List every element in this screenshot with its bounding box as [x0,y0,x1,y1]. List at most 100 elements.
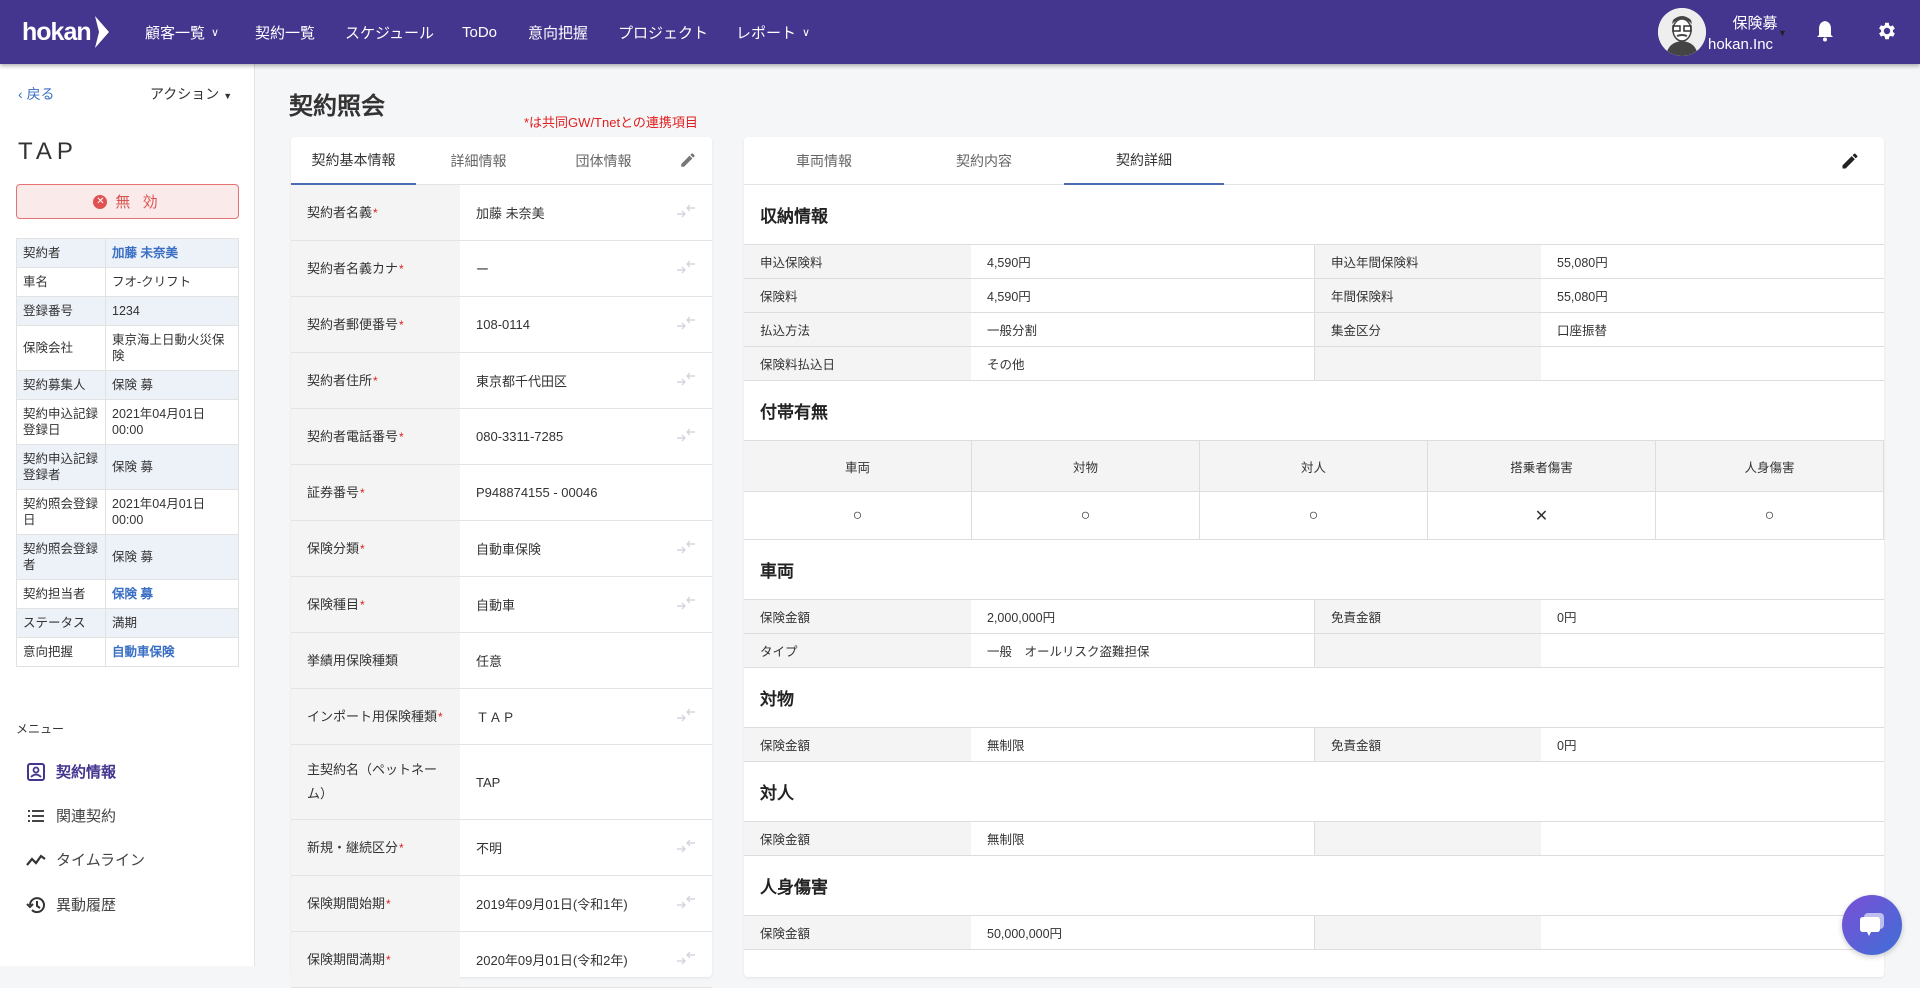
sync-arrows-icon [676,372,696,389]
sync-arrows-icon [676,951,696,968]
chat-button[interactable] [1842,895,1902,955]
user-org[interactable]: hokan.Inc [1708,36,1773,53]
summary-value[interactable]: 自動車保険 [105,637,239,667]
detail-value: 口座振替 [1557,324,1608,338]
field-label: 新規・継続区分 * [291,820,460,875]
chevron-down-icon: ∨ [211,26,220,39]
menu-item-history[interactable]: 異動履歴 [26,894,116,915]
avatar[interactable] [1658,8,1706,56]
contract-name: TAP [18,138,78,165]
summary-value[interactable]: 加藤 未奈美 [105,238,239,268]
detail-label: 年間保険料 [1314,279,1541,312]
required-mark: * [386,952,391,967]
field-label: 契約者住所 * [291,353,460,408]
field-value-text: 不明 [476,841,503,856]
field-value: 任意 [460,633,712,688]
detail-row: タイプ 一般 オールリスク盗難担保 [744,634,1884,668]
back-label: 戻る [26,86,55,102]
detail-label: 保険料払込日 [744,347,971,380]
field-label: 保険期間始期 * [291,876,460,931]
nav-customers[interactable]: 顧客一覧 ∨ [145,0,219,64]
payment-table: 申込保険料 4,590円 申込年間保険料 55,080円 保険料 4,590円 年間保険料 5… [744,244,1884,381]
field-value: 自動車 [460,577,712,632]
field-label: 契約者電話番号 * [291,409,460,464]
edit-pencil-icon[interactable] [1840,151,1860,176]
field-label: 保険分類 * [291,521,460,576]
tab-contract-detail[interactable]: 契約詳細 [1064,137,1224,185]
page-title: 契約照会 [289,93,385,120]
summary-label: 契約者 [16,238,106,268]
menu-item-related-contracts[interactable]: 関連契約 [26,805,116,826]
chevron-down-icon: ∨ [802,26,811,39]
field-label: 保険種目 * [291,577,460,632]
summary-link[interactable]: 自動車保険 [112,645,175,659]
nav-label: プロジェクト [618,24,709,42]
field-row: インポート用保険種類 * ＴＡＰ [291,689,712,745]
detail-row: 保険金額 2,000,000円 免責金額 0円 [744,600,1884,634]
bell-icon[interactable] [1816,20,1834,47]
back-link[interactable]: ‹ 戻る [18,84,55,104]
sync-arrows-icon [676,596,696,613]
gear-icon[interactable] [1876,20,1898,47]
sync-arrows-icon [676,204,696,221]
summary-link[interactable]: 加藤 未奈美 [112,246,178,260]
summary-row: 契約照会登録者 保険 募 [16,534,239,580]
required-mark: * [373,373,378,388]
summary-label: 車名 [16,267,106,297]
tab-vehicle-info[interactable]: 車両情報 [744,137,904,185]
chevron-left-icon: ‹ [18,86,27,102]
nav-project[interactable]: プロジェクト [618,0,708,64]
coverage-header: 人身傷害 [1656,441,1884,492]
tab-contract-content[interactable]: 契約内容 [904,137,1064,185]
menu-heading: メニュー [16,722,65,736]
section-title-payment: 収納情報 [760,207,828,226]
nav-label: スケジュール [345,24,434,42]
field-label: 契約者郵便番号 * [291,297,460,352]
nav-schedule[interactable]: スケジュール [345,0,434,64]
caret-down-icon[interactable]: ▼ [1778,28,1787,38]
nav-contracts[interactable]: 契約一覧 [255,0,315,64]
nav-label: レポート [736,24,797,42]
field-value: 不明 [460,820,712,875]
field-value-text: 2020年09月01日(令和2年) [476,953,628,968]
field-label: 挙績用保険種類 [291,633,460,688]
nav-label: 意向把握 [528,24,589,42]
summary-value: 2021年04月01日 00:00 [105,399,239,445]
edit-pencil-icon[interactable] [679,151,697,174]
field-value-text: 東京都千代田区 [476,374,568,389]
menu-item-contract-info[interactable]: 契約情報 [26,761,116,782]
detail-label: 払込方法 [744,313,971,346]
coverage-value: ○ [972,492,1200,540]
nav-todo[interactable]: ToDo [462,0,497,64]
tab-group-info[interactable]: 団体情報 [541,137,666,185]
field-value: 108-0114 [460,297,712,352]
detail-value: 一般分割 [987,324,1038,338]
field-value-text: P948874155 - 00046 [476,485,598,500]
required-mark: * [360,541,365,556]
menu-item-timeline[interactable]: タイムライン [26,849,145,870]
contact-card-icon [27,762,45,781]
summary-value[interactable]: 保険 募 [105,579,239,609]
tab-detail-info[interactable]: 詳細情報 [416,137,541,185]
action-dropdown[interactable]: アクション ▼ [150,84,232,104]
field-row: 契約者郵便番号 * 108-0114 [291,297,712,353]
detail-label: 申込保険料 [744,245,971,278]
hokan-logo[interactable]: hokan [22,16,109,48]
tab-basic-info[interactable]: 契約基本情報 [291,137,416,185]
coverage-header: 対人 [1200,441,1428,492]
action-label: アクション [150,86,220,102]
summary-link[interactable]: 保険 募 [112,587,153,601]
menu-label: 異動履歴 [56,897,117,914]
detail-label [1314,916,1541,949]
field-label-text: 主契約名（ペットネーム） [307,762,438,801]
field-value-text: ＴＡＰ [476,710,516,725]
field-row: 保険分類 * 自動車保険 [291,521,712,577]
required-mark: * [386,896,391,911]
field-label: 証券番号 * [291,465,460,520]
nav-report[interactable]: レポート ∨ [736,0,810,64]
summary-value: 東京海上日動火災保険 [105,325,239,371]
field-row: 保険期間満期 * 2020年09月01日(令和2年) [291,932,712,988]
field-value-text: 自動車保険 [476,542,542,557]
field-row: 主契約名（ペットネーム） TAP [291,745,712,820]
nav-intent[interactable]: 意向把握 [528,0,588,64]
